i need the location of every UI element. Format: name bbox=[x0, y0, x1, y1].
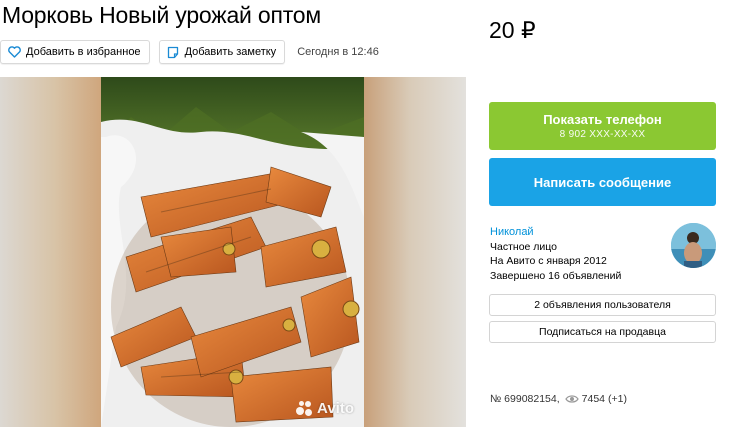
write-message-button[interactable]: Написать сообщение bbox=[489, 158, 716, 206]
listing-photo[interactable]: Avito bbox=[101, 77, 364, 427]
gallery-blur-right bbox=[364, 77, 466, 427]
add-note-label: Добавить заметку bbox=[184, 46, 277, 58]
gallery-blur-left bbox=[0, 77, 101, 427]
ad-number: № 699082154, bbox=[490, 393, 560, 405]
show-phone-button[interactable]: Показать телефон 8 902 XXX-XX-XX bbox=[489, 102, 716, 150]
seller-ads-label: 2 объявления пользователя bbox=[534, 299, 671, 311]
photo-gallery[interactable]: Avito bbox=[0, 77, 466, 427]
publish-date: Сегодня в 12:46 bbox=[297, 46, 379, 58]
listing-meta: № 699082154, 7454 (+1) bbox=[490, 393, 627, 405]
listing-price: 20 ₽ bbox=[489, 17, 536, 43]
seller-completed-ads: Завершено 16 объявлений bbox=[490, 269, 622, 282]
eye-icon bbox=[564, 394, 579, 404]
write-message-label: Написать сообщение bbox=[533, 174, 672, 190]
seller-type: Частное лицо bbox=[490, 240, 558, 253]
add-to-favorites-label: Добавить в избранное bbox=[26, 46, 141, 58]
seller-name-link[interactable]: Николай bbox=[490, 225, 670, 240]
masked-phone-number: 8 902 XXX-XX-XX bbox=[559, 129, 646, 140]
seller-ads-button[interactable]: 2 объявления пользователя bbox=[489, 294, 716, 316]
note-icon bbox=[167, 46, 180, 59]
seller-info: Николай Частное лицо На Авито с января 2… bbox=[490, 225, 670, 283]
avito-watermark-text: Avito bbox=[317, 400, 354, 417]
heart-icon bbox=[8, 46, 21, 59]
add-note-button[interactable]: Добавить заметку bbox=[158, 40, 286, 64]
add-to-favorites-button[interactable]: Добавить в избранное bbox=[0, 40, 150, 64]
subscribe-seller-label: Подписаться на продавца bbox=[539, 326, 666, 338]
listing-actions: Добавить в избранное Добавить заметку Се… bbox=[0, 40, 379, 64]
listing-title: Морковь Новый урожай оптом bbox=[2, 2, 322, 28]
seller-avatar[interactable] bbox=[671, 223, 716, 268]
avito-watermark: Avito bbox=[296, 400, 354, 417]
views-today: (+1) bbox=[608, 393, 627, 405]
view-count: 7454 bbox=[581, 393, 606, 405]
seller-since: На Авито с января 2012 bbox=[490, 255, 607, 267]
show-phone-label: Показать телефон bbox=[543, 112, 662, 127]
subscribe-seller-button[interactable]: Подписаться на продавца bbox=[489, 321, 716, 343]
avito-logo-icon bbox=[296, 400, 314, 417]
